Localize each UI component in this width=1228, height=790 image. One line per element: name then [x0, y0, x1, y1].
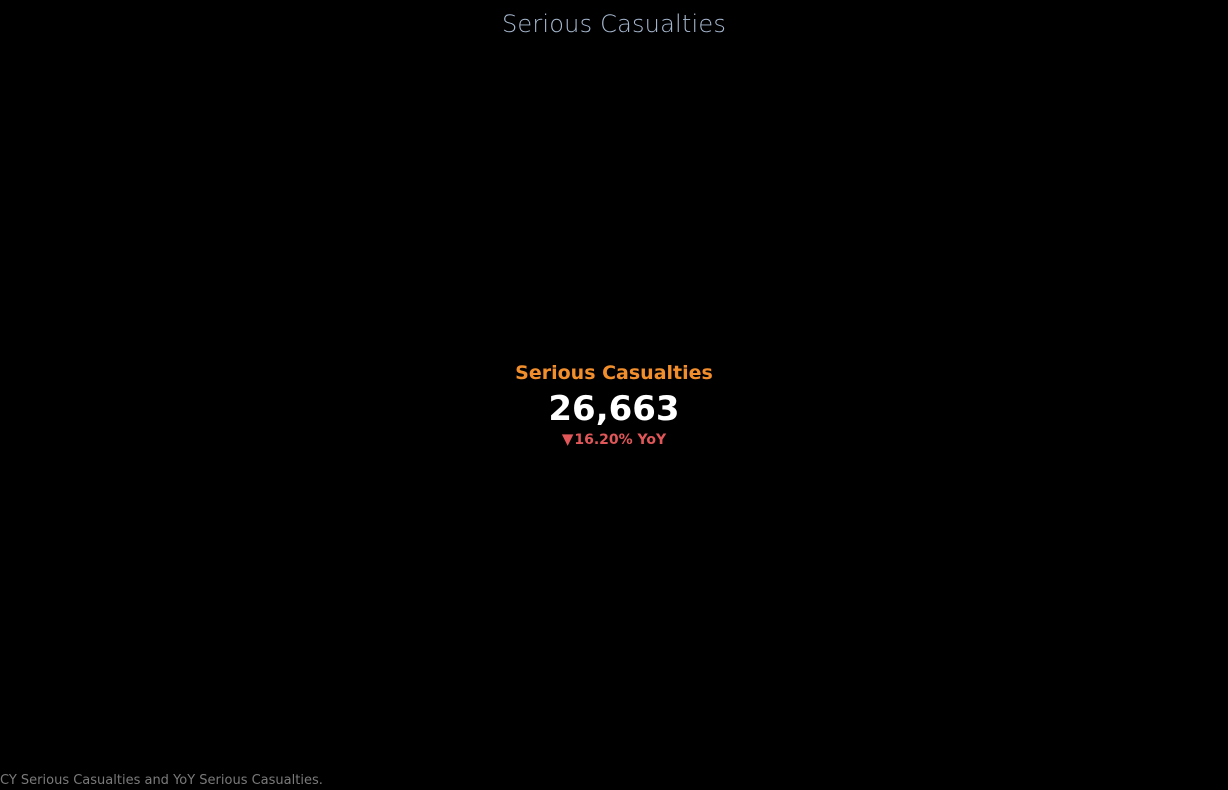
sheet-caption: CY Serious Casualties and YoY Serious Ca… [0, 773, 323, 788]
kpi-yoy-text: 16.20% YoY [574, 432, 667, 448]
down-triangle-icon: ▼ [561, 430, 574, 448]
kpi-yoy-change: ▼16.20% YoY [0, 430, 1228, 449]
kpi-label: Serious Casualties [515, 362, 713, 384]
sheet-title: Serious Casualties [501, 10, 727, 38]
kpi-value: 26,663 [548, 389, 680, 429]
kpi-card: Serious Casualties 26,663 ▼16.20% YoY [0, 360, 1228, 449]
